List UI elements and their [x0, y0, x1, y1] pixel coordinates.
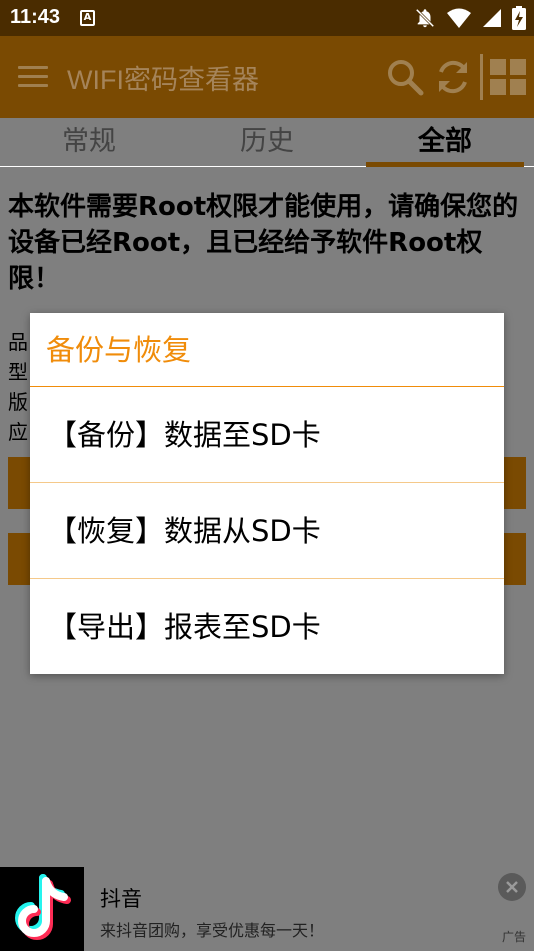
- menu-icon[interactable]: [18, 66, 48, 88]
- tab-general[interactable]: 常规: [0, 118, 178, 166]
- status-icons: [414, 6, 526, 30]
- close-icon[interactable]: [498, 873, 526, 901]
- restore-from-sd-item[interactable]: 【恢复】数据从SD卡: [30, 483, 504, 579]
- toolbar-divider: [480, 54, 483, 100]
- tab-all[interactable]: 全部: [356, 118, 534, 166]
- info-label-app: 应: [8, 420, 28, 444]
- cellular-signal-icon: [483, 9, 501, 27]
- tab-history[interactable]: 历史: [178, 118, 356, 166]
- notifications-off-icon: [415, 8, 435, 28]
- backup-restore-dialog: 备份与恢复 【备份】数据至SD卡 【恢复】数据从SD卡 【导出】报表至SD卡: [30, 313, 504, 674]
- refresh-icon[interactable]: [434, 58, 472, 96]
- ad-label: 广告: [501, 930, 526, 944]
- ad-title: 抖音: [100, 887, 142, 911]
- export-report-item[interactable]: 【导出】报表至SD卡: [30, 579, 504, 675]
- status-bar: 11:43 A: [0, 0, 534, 36]
- app-bar: WIFI密码查看器: [0, 36, 534, 118]
- grid-icon[interactable]: [489, 58, 527, 96]
- device-info-labels: 品 型 版 应: [8, 327, 30, 447]
- search-icon[interactable]: [386, 58, 424, 96]
- app-title: WIFI密码查看器: [67, 65, 259, 95]
- battery-charging-icon: [512, 6, 526, 30]
- ad-banner[interactable]: 抖音 来抖音团购，享受优惠每一天！ 广告: [0, 867, 534, 951]
- root-notice: 本软件需要Root权限才能使用，请确保您的设备已经Root，且已经给予软件Roo…: [8, 192, 519, 294]
- info-label-model: 型: [8, 360, 28, 384]
- dialog-title: 备份与恢复: [30, 313, 504, 387]
- tab-bar: 常规 历史 全部: [0, 118, 534, 166]
- info-label-version: 版: [8, 390, 28, 414]
- status-time: 11:43: [10, 6, 61, 28]
- info-label-brand: 品: [8, 330, 28, 354]
- wifi-icon: [447, 8, 471, 28]
- backup-to-sd-item[interactable]: 【备份】数据至SD卡: [30, 387, 504, 483]
- notification-icon: A: [80, 10, 95, 26]
- ad-subtitle: 来抖音团购，享受优惠每一天！: [100, 921, 325, 940]
- tiktok-logo-icon: [0, 867, 84, 951]
